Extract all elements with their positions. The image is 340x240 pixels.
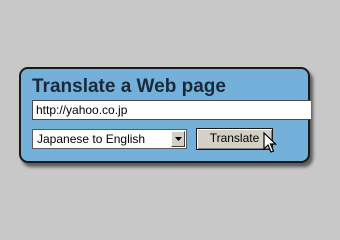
language-select[interactable]: Japanese to English bbox=[32, 129, 187, 149]
language-select-value: Japanese to English bbox=[37, 132, 146, 146]
translate-button[interactable]: Translate bbox=[196, 128, 273, 150]
mouse-pointer-icon bbox=[263, 132, 277, 153]
panel-title: Translate a Web page bbox=[32, 76, 226, 97]
url-input[interactable] bbox=[32, 100, 311, 120]
dropdown-arrow-button[interactable] bbox=[171, 131, 185, 147]
triangle-down-icon bbox=[175, 137, 182, 141]
